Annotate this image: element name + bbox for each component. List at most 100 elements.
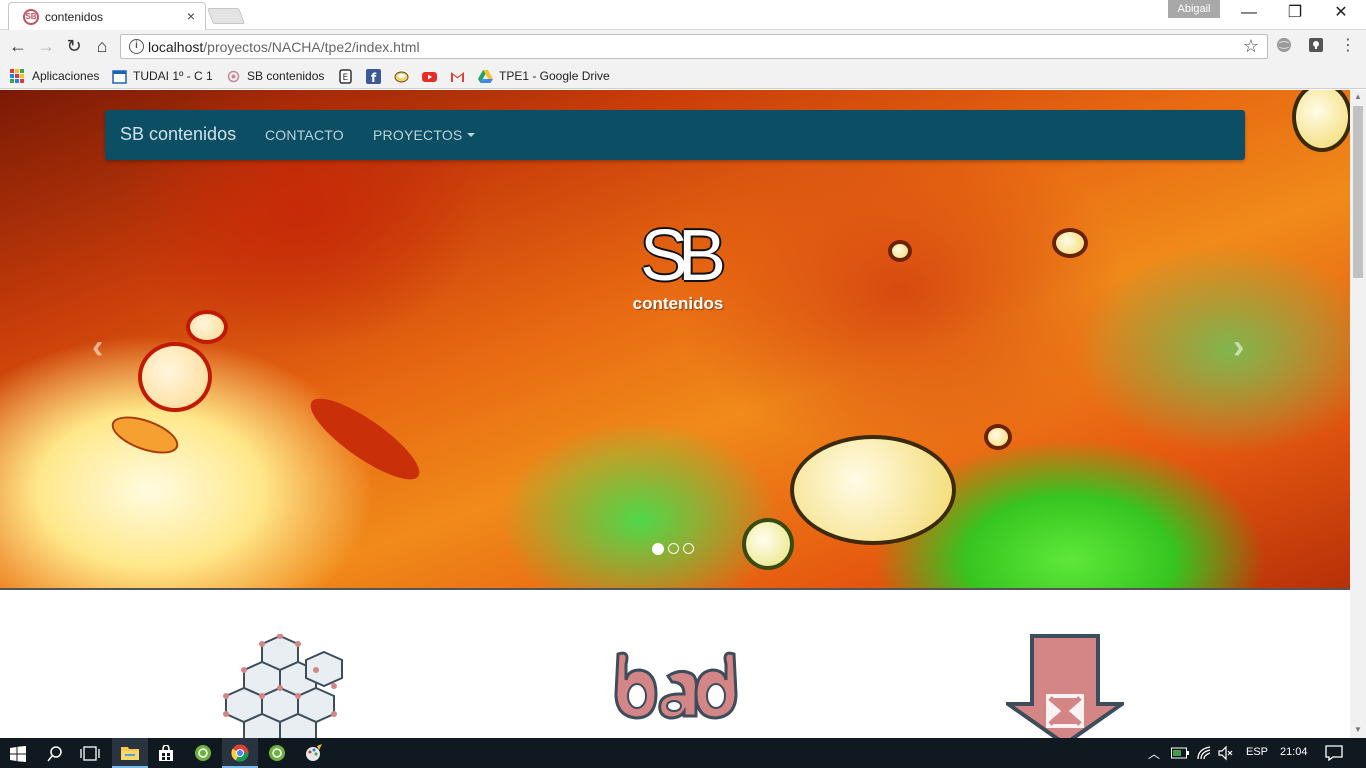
back-button[interactable]: ← [7,35,29,57]
bookmark-gmail[interactable] [450,67,471,85]
navbar-brand[interactable]: SB contenidos [120,124,236,145]
carousel-indicator[interactable] [668,543,679,554]
chrome-icon [231,744,249,762]
tab-title: contenidos [45,10,104,24]
bookmark-facebook[interactable]: f [366,67,387,85]
bookmark-label: Aplicaciones [32,69,100,83]
tab-close-icon[interactable]: × [187,8,195,24]
bubble-decoration [888,240,912,262]
app-paint-icon[interactable] [305,744,323,762]
search-icon[interactable] [46,745,64,763]
bookmark-sb-contenidos[interactable]: SB contenidos [226,67,324,85]
nav-link-label: PROYECTOS [373,127,463,143]
bookmark-label: TUDAI 1º - C 1 [133,69,213,83]
task-view-icon[interactable] [80,746,100,761]
taskbar: ︿ ESP 21:04 [0,738,1366,768]
nav-link-contacto[interactable]: CONTACTO [265,127,344,143]
logo-mark: SB [639,216,726,296]
maximize-button[interactable]: ❐ [1272,2,1318,26]
scrollbar-thumb[interactable] [1353,106,1363,278]
profile-button[interactable]: Abigail [1168,0,1220,18]
sb-favicon-icon: SB [23,9,39,25]
home-button[interactable]: ⌂ [91,35,113,57]
browser-toolbar: ← → ↻ ⌂ i localhost/proyectos/NACHA/tpe2… [0,30,1366,62]
forward-button[interactable]: → [35,35,57,57]
url-host: localhost [148,39,204,55]
calendar-icon [112,69,127,84]
folder-icon [121,747,139,760]
bubble-decoration [138,342,212,412]
new-tab-button[interactable] [207,8,245,24]
site-navbar: SB contenidos CONTACTO PROYECTOS [105,110,1245,160]
store-icon[interactable] [157,745,175,762]
apps-grid-icon [10,69,24,83]
features-row: bad [0,590,1350,738]
clock[interactable]: 21:04 [1280,746,1308,758]
page-viewport: SB contenidos CONTACTO PROYECTOS SB cont… [0,90,1350,738]
bookmark-aplicaciones[interactable]: Aplicaciones [10,67,99,85]
battery-icon[interactable] [1171,747,1189,759]
hexagon-network-icon[interactable] [222,634,348,738]
url-text: localhost/proyectos/NACHA/tpe2/index.htm… [148,39,420,55]
sb-icon [227,70,240,82]
bowl-icon [394,71,409,82]
svg-text:f: f [371,71,377,84]
bookmark-e[interactable]: E [338,67,359,85]
extension-globe-icon[interactable] [1275,37,1293,55]
reload-button[interactable]: ↻ [63,35,85,57]
info-icon[interactable]: i [129,39,144,54]
tray-chevron-icon[interactable]: ︿ [1148,745,1160,762]
minimize-button[interactable]: — [1226,2,1272,26]
youtube-icon [422,71,437,82]
bubble-decoration [1292,90,1350,152]
facebook-icon: f [366,68,381,84]
bookmark-tudai[interactable]: TUDAI 1º - C 1 [112,67,213,85]
bad-logo-icon[interactable]: bad [608,650,744,730]
notifications-icon[interactable] [1325,745,1343,761]
bookmark-tpe1-drive[interactable]: TPE1 - Google Drive [478,67,610,85]
scroll-down-icon[interactable]: ▼ [1354,725,1362,734]
volume-muted-icon[interactable] [1218,745,1234,761]
sb-logo: SB contenidos [628,214,728,326]
scroll-up-icon[interactable]: ▲ [1354,92,1362,101]
browser-tab[interactable]: SB contenidos × [8,2,206,30]
bubble-decoration [1052,228,1088,258]
caret-down-icon [467,133,476,137]
carousel-indicators [652,543,694,555]
browser-menu-icon[interactable]: ⋮ [1339,37,1357,55]
bubble-decoration [984,424,1012,450]
nav-link-proyectos[interactable]: PROYECTOS [373,127,476,143]
logo-subtitle: contenidos [632,294,724,313]
taskbar-file-explorer[interactable] [112,738,148,768]
taskbar-chrome[interactable] [222,738,258,768]
windows-start-icon[interactable] [10,746,26,762]
bookmark-youtube[interactable] [422,67,443,85]
app-green-icon[interactable] [194,744,212,762]
bookmark-bowl[interactable] [394,67,415,85]
bad-label: bad [608,650,610,651]
app-green-icon[interactable] [268,744,286,762]
carousel-indicator[interactable] [683,543,694,554]
bookmark-star-icon[interactable]: ☆ [1243,36,1259,57]
url-path: /proyectos/NACHA/tpe2/index.html [203,39,420,55]
hero-carousel: SB contenidos CONTACTO PROYECTOS SB cont… [0,90,1350,588]
extension-keyhole-icon[interactable] [1307,37,1325,55]
stain-decoration [300,386,430,492]
e-icon: E [339,68,352,84]
google-drive-icon [478,69,493,83]
language-indicator[interactable]: ESP [1246,746,1268,758]
carousel-next-icon[interactable]: › [1233,328,1244,367]
tab-strip: SB contenidos × Abigail — ❐ ✕ [0,0,1366,30]
bubble-decoration [790,435,956,545]
stain-decoration [106,408,184,462]
page-scrollbar[interactable]: ▲ ▼ [1350,90,1366,738]
carousel-indicator[interactable] [652,543,664,555]
svg-text:E: E [343,73,349,83]
download-arrow-icon[interactable] [1006,634,1124,738]
bubble-decoration [186,310,228,344]
carousel-prev-icon[interactable]: ‹ [92,328,103,367]
gmail-icon [451,71,464,82]
close-window-button[interactable]: ✕ [1318,2,1364,26]
wifi-icon[interactable] [1196,745,1212,761]
address-bar[interactable]: i localhost/proyectos/NACHA/tpe2/index.h… [120,34,1268,59]
